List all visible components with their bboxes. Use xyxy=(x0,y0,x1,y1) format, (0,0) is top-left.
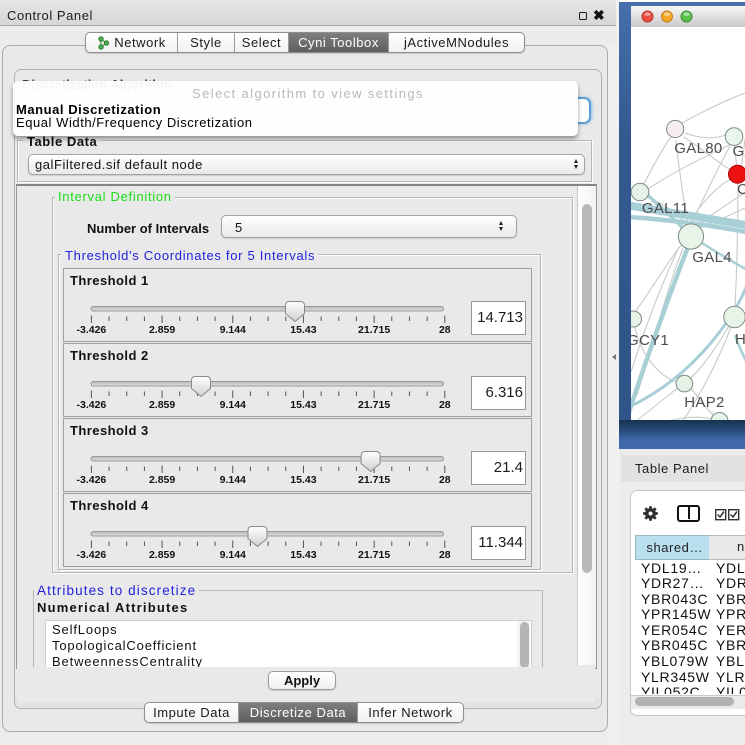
svg-text:15.43: 15.43 xyxy=(290,324,316,336)
svg-text:28: 28 xyxy=(439,474,451,486)
svg-text:GAL4: GAL4 xyxy=(692,249,732,266)
svg-text:28: 28 xyxy=(439,399,451,411)
svg-text:C: C xyxy=(737,181,745,198)
svg-text:2.859: 2.859 xyxy=(149,474,175,486)
svg-text:15.43: 15.43 xyxy=(290,474,316,486)
svg-text:GA: GA xyxy=(733,143,745,160)
svg-text:9.144: 9.144 xyxy=(220,549,246,561)
svg-text:GCY1: GCY1 xyxy=(631,332,669,349)
svg-text:15.43: 15.43 xyxy=(290,549,316,561)
svg-text:21.715: 21.715 xyxy=(358,474,390,486)
svg-text:9.144: 9.144 xyxy=(220,474,246,486)
svg-text:9.144: 9.144 xyxy=(220,324,246,336)
svg-text:HAP2: HAP2 xyxy=(684,394,724,411)
svg-text:-3.426: -3.426 xyxy=(77,474,107,486)
svg-text:-3.426: -3.426 xyxy=(77,549,107,561)
svg-text:21.715: 21.715 xyxy=(358,324,390,336)
svg-text:28: 28 xyxy=(439,549,451,561)
svg-text:2.859: 2.859 xyxy=(149,324,175,336)
svg-text:9.144: 9.144 xyxy=(220,399,246,411)
svg-text:15.43: 15.43 xyxy=(290,399,316,411)
svg-text:-3.426: -3.426 xyxy=(77,399,107,411)
svg-text:21.715: 21.715 xyxy=(358,399,390,411)
svg-text:2.859: 2.859 xyxy=(149,549,175,561)
svg-text:-3.426: -3.426 xyxy=(77,324,107,336)
svg-text:GAL80: GAL80 xyxy=(674,140,722,157)
svg-text:2.859: 2.859 xyxy=(149,399,175,411)
svg-text:28: 28 xyxy=(439,324,451,336)
svg-text:H: H xyxy=(735,331,745,348)
svg-text:21.715: 21.715 xyxy=(358,549,390,561)
svg-text:GAL11: GAL11 xyxy=(642,200,689,217)
